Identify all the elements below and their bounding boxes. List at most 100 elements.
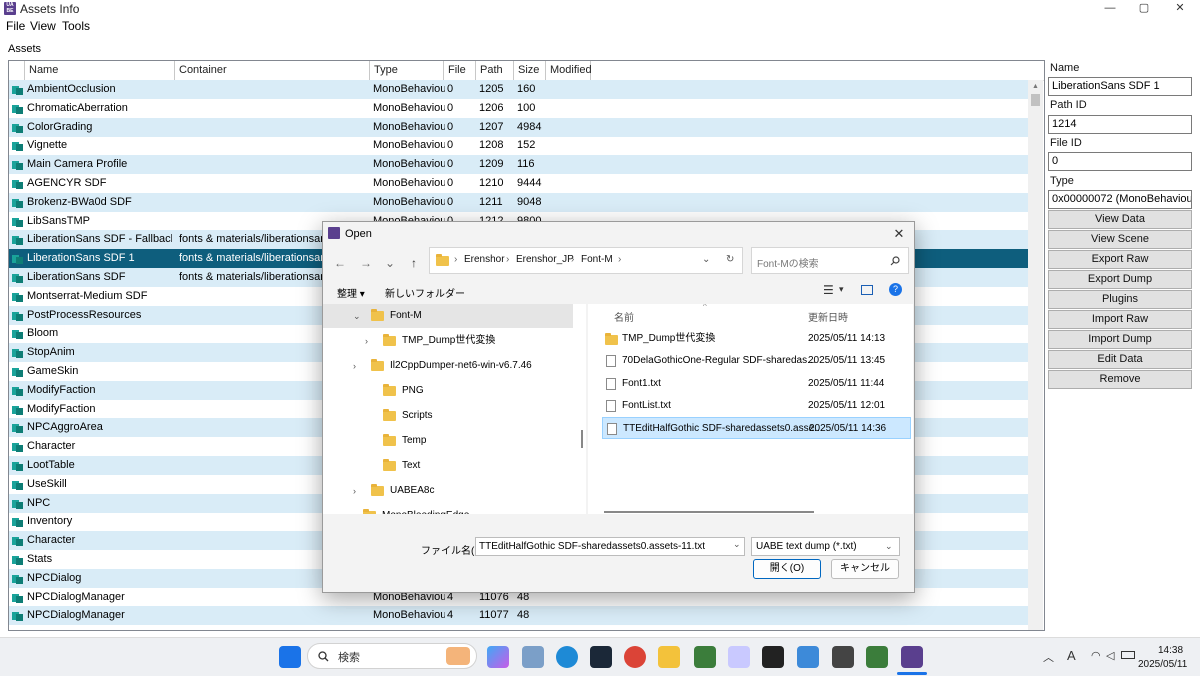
- speaker-icon[interactable]: ◁: [1106, 649, 1114, 662]
- asset-row[interactable]: Main Camera Profile MonoBehaviour 0 1209 116: [9, 155, 1028, 175]
- chevron-right-icon[interactable]: ›: [353, 479, 356, 503]
- path-id-field[interactable]: 1214: [1048, 115, 1192, 134]
- file-explorer-icon[interactable]: [658, 646, 680, 668]
- tree-item[interactable]: PNG: [323, 379, 573, 403]
- name-field[interactable]: LiberationSans SDF 1: [1048, 77, 1192, 96]
- search-input[interactable]: Font-Mの検索: [757, 255, 819, 270]
- view-list-icon[interactable]: ☰: [823, 283, 834, 297]
- edge-icon[interactable]: [556, 646, 578, 668]
- chevron-down-icon[interactable]: ⌄: [353, 304, 361, 328]
- header-path-id[interactable]: Path ID: [476, 61, 514, 95]
- file-row[interactable]: FontList.txt 2025/05/11 12:01: [602, 395, 911, 417]
- nav-scrollbar[interactable]: [581, 430, 583, 448]
- maximize-button[interactable]: ▢: [1126, 0, 1162, 18]
- asset-row[interactable]: ChromaticAberration MonoBehaviour 0 1206 100: [9, 99, 1028, 118]
- wifi-icon[interactable]: ◠: [1091, 649, 1101, 662]
- chevron-down-icon[interactable]: ⌄: [733, 539, 741, 550]
- game-icon[interactable]: [694, 646, 716, 668]
- new-folder-button[interactable]: 新しいフォルダー: [385, 285, 465, 300]
- forward-arrow-icon[interactable]: →: [357, 254, 375, 272]
- asset-row[interactable]: AmbientOcclusion MonoBehaviour 0 1205 160: [9, 80, 1028, 99]
- export-dump-button[interactable]: Export Dump: [1048, 270, 1192, 289]
- import-dump-button[interactable]: Import Dump: [1048, 330, 1192, 349]
- breadcrumb-erenshor[interactable]: Erenshor: [464, 254, 505, 265]
- tree-item[interactable]: Text: [323, 454, 573, 478]
- header-name[interactable]: Name: [25, 61, 175, 80]
- search-box[interactable]: Font-Mの検索: [751, 247, 909, 274]
- tree-item[interactable]: Scripts: [323, 404, 573, 428]
- breadcrumb-erenshor-jp[interactable]: Erenshor_JP: [516, 254, 574, 265]
- chevron-right-icon[interactable]: ›: [345, 504, 348, 514]
- unity-icon[interactable]: [832, 646, 854, 668]
- edit-data-button[interactable]: Edit Data: [1048, 350, 1192, 369]
- breadcrumb-font-m[interactable]: Font-M: [581, 254, 613, 265]
- header-size[interactable]: Size: [514, 61, 546, 80]
- address-bar[interactable]: › Erenshor › Erenshor_JP › Font-M › ⌄ ↻: [429, 247, 743, 274]
- tree-item[interactable]: › MonoBleedingEdge: [323, 504, 573, 514]
- scroll-thumb[interactable]: [1031, 94, 1040, 106]
- start-icon[interactable]: [279, 646, 301, 668]
- file-row[interactable]: TMP_Dump世代変換 2025/05/11 14:13: [602, 328, 911, 350]
- tree-item[interactable]: ⌄ Font-M: [323, 304, 573, 328]
- scroll-up-icon[interactable]: ▲: [1031, 83, 1040, 91]
- refresh-icon[interactable]: ↻: [726, 254, 734, 265]
- file-row[interactable]: Font1.txt 2025/05/11 11:44: [602, 373, 911, 395]
- up-arrow-icon[interactable]: ↑: [405, 254, 423, 272]
- header-modified[interactable]: Modified: [546, 61, 592, 80]
- tree-item[interactable]: › UABEA8c: [323, 479, 573, 503]
- header-container[interactable]: Container: [175, 61, 370, 80]
- open-button[interactable]: 開く(O): [753, 559, 821, 579]
- asset-row[interactable]: Vignette MonoBehaviour 0 1208 152: [9, 136, 1028, 155]
- asset-row[interactable]: Brokenz-BWa0d SDF MonoBehaviour 0 1211 9048: [9, 192, 1028, 212]
- tree-item[interactable]: › TMP_Dump世代変換: [323, 329, 573, 353]
- list-scrollbar[interactable]: [1028, 80, 1043, 630]
- header-file-id[interactable]: File ID: [444, 61, 476, 95]
- view-scene-button[interactable]: View Scene: [1048, 230, 1192, 249]
- header-type[interactable]: Type: [370, 61, 444, 80]
- column-date[interactable]: 更新日時: [808, 309, 848, 324]
- chevron-right-icon[interactable]: ›: [353, 354, 356, 378]
- file-hscrollbar[interactable]: [604, 511, 814, 513]
- tree-item[interactable]: Temp: [323, 429, 573, 453]
- asset-row[interactable]: AGENCYR SDF MonoBehaviour 0 1210 9444: [9, 174, 1028, 193]
- ime-indicator[interactable]: A: [1067, 648, 1076, 663]
- uabe-icon[interactable]: [901, 646, 923, 668]
- clock-date[interactable]: 2025/05/11: [1138, 659, 1187, 670]
- file-row[interactable]: TTEditHalfGothic SDF-sharedassets0.asse.…: [602, 417, 911, 440]
- column-name[interactable]: 名前: [614, 309, 634, 324]
- file-id-field[interactable]: 0: [1048, 152, 1192, 171]
- type-field[interactable]: 0x00000072 (MonoBehaviour): [1048, 190, 1192, 209]
- minimize-button[interactable]: —: [1092, 0, 1128, 18]
- clock-time[interactable]: 14:38: [1158, 645, 1183, 656]
- taskbar-search[interactable]: 検索: [307, 643, 477, 669]
- terminal-icon[interactable]: [762, 646, 784, 668]
- game-icon-2[interactable]: [866, 646, 888, 668]
- snipping-tool-icon[interactable]: [728, 646, 750, 668]
- asset-row[interactable]: NPCDialogManager MonoBehaviour 4 11077 48: [9, 606, 1028, 626]
- asset-row[interactable]: ColorGrading MonoBehaviour 0 1207 4984: [9, 117, 1028, 137]
- view-dropdown-icon[interactable]: ▾: [839, 284, 844, 295]
- notepad-icon[interactable]: [797, 646, 819, 668]
- plugins-button[interactable]: Plugins: [1048, 290, 1192, 309]
- import-raw-button[interactable]: Import Raw: [1048, 310, 1192, 329]
- chevron-down-icon[interactable]: ⌄: [702, 254, 710, 265]
- menu-file[interactable]: File: [6, 19, 25, 33]
- export-raw-button[interactable]: Export Raw: [1048, 250, 1192, 269]
- steam-icon[interactable]: [590, 646, 612, 668]
- filename-input[interactable]: TTEditHalfGothic SDF-sharedassets0.asset…: [475, 537, 745, 556]
- view-data-button[interactable]: View Data: [1048, 210, 1192, 229]
- menu-view[interactable]: View: [30, 19, 56, 33]
- recent-chevron-icon[interactable]: ⌄: [381, 254, 399, 272]
- help-icon[interactable]: ?: [889, 283, 902, 296]
- copilot-icon[interactable]: [487, 646, 509, 668]
- chrome-icon[interactable]: [624, 646, 646, 668]
- dialog-close-button[interactable]: ✕: [889, 225, 909, 243]
- tree-item[interactable]: › Il2CppDumper-net6-win-v6.7.46: [323, 354, 573, 378]
- widgets-icon[interactable]: [522, 646, 544, 668]
- close-button[interactable]: ✕: [1162, 0, 1198, 18]
- chevron-right-icon[interactable]: ›: [365, 329, 368, 353]
- organize-menu[interactable]: 整理 ▾: [337, 285, 365, 300]
- battery-icon[interactable]: [1121, 651, 1135, 659]
- chevron-up-icon[interactable]: ︿: [1043, 649, 1054, 665]
- menu-tools[interactable]: Tools: [62, 19, 90, 33]
